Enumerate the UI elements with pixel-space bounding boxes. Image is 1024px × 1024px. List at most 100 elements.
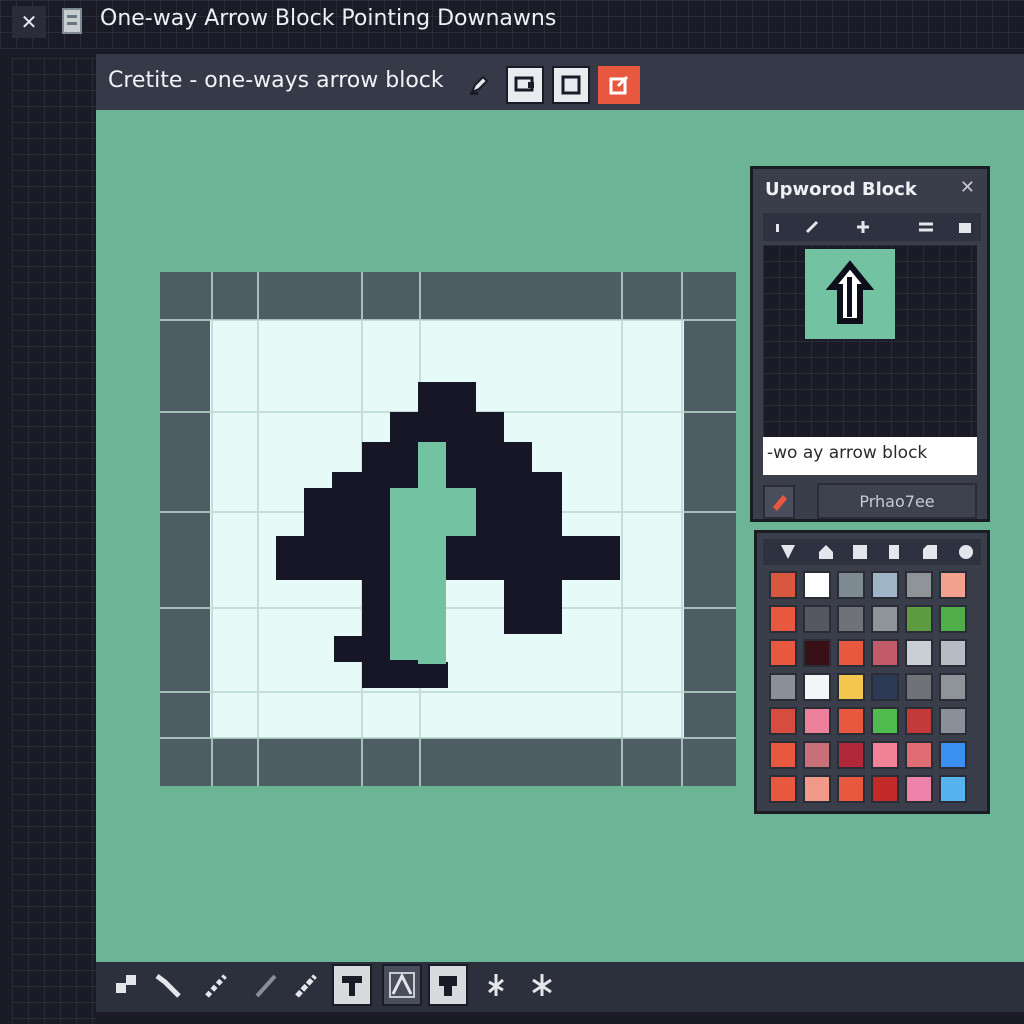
color-swatch[interactable] (837, 571, 865, 599)
window-title: One-way Arrow Block Pointing Downawns (100, 6, 557, 31)
color-swatch[interactable] (905, 673, 933, 701)
color-swatch[interactable] (905, 775, 933, 803)
color-swatch[interactable] (939, 775, 967, 803)
color-swatch[interactable] (803, 571, 831, 599)
color-swatch[interactable] (837, 605, 865, 633)
circle-tab[interactable] (959, 545, 973, 559)
color-swatch[interactable] (905, 639, 933, 667)
color-swatch[interactable] (837, 741, 865, 769)
brush-icon[interactable] (771, 219, 787, 233)
color-swatch[interactable] (905, 707, 933, 735)
square-icon (561, 75, 581, 95)
editor-title: Cretite - one-ways arrow block (108, 68, 444, 93)
pencil-tool[interactable] (286, 964, 326, 1006)
snake-tool[interactable] (148, 964, 188, 1006)
color-swatch[interactable] (871, 571, 899, 599)
palette-tabs (763, 539, 981, 565)
chain-icon (205, 974, 227, 998)
brush-tool[interactable] (246, 964, 286, 1006)
up-arrow-icon (825, 260, 875, 324)
tiles-icon (116, 975, 136, 993)
layout-button[interactable] (506, 66, 544, 104)
select-icon (389, 972, 415, 998)
square-button[interactable] (552, 66, 590, 104)
document-icon (62, 8, 82, 34)
crosshair-icon[interactable] (855, 219, 871, 233)
checkbox-icon[interactable] (955, 219, 971, 233)
color-swatch[interactable] (939, 673, 967, 701)
palette-panel (754, 530, 990, 814)
pencil-icon (295, 974, 317, 998)
color-swatch[interactable] (837, 673, 865, 701)
color-swatch[interactable] (871, 605, 899, 633)
export-icon (609, 75, 629, 95)
color-swatch[interactable] (803, 673, 831, 701)
stamp-icon (439, 976, 457, 996)
panel-close-button[interactable]: ✕ (960, 177, 975, 198)
color-swatch[interactable] (871, 707, 899, 735)
color-swatch[interactable] (769, 605, 797, 633)
arrow-tab[interactable] (781, 545, 795, 559)
panel-toolbar (763, 213, 981, 241)
editor-toolbar: Cretite - one-ways arrow block (96, 54, 1024, 110)
color-swatch[interactable] (837, 707, 865, 735)
preview-tile (805, 249, 895, 339)
block-tab[interactable] (889, 545, 899, 559)
status-strip (96, 1012, 1024, 1024)
color-swatch[interactable] (803, 775, 831, 803)
color-swatch[interactable] (769, 707, 797, 735)
properties-panel: Upworod Block ✕ -wo ay arrow block Prhao… (750, 166, 990, 522)
block-name-field[interactable]: -wo ay arrow block (763, 437, 977, 475)
color-swatch[interactable] (939, 639, 967, 667)
arrow-shaft (418, 442, 446, 664)
close-icon: ✕ (20, 10, 38, 34)
color-button[interactable] (763, 485, 795, 519)
scatter-tool[interactable] (476, 964, 516, 1006)
color-swatch[interactable] (905, 741, 933, 769)
tile-tab[interactable] (923, 545, 937, 559)
pen-icon[interactable] (805, 219, 821, 234)
color-swatch[interactable] (939, 707, 967, 735)
color-swatch[interactable] (769, 775, 797, 803)
color-swatch[interactable] (871, 775, 899, 803)
select-tool[interactable] (382, 964, 422, 1006)
color-swatch[interactable] (871, 639, 899, 667)
close-icon: ✕ (959, 177, 975, 198)
color-swatch[interactable] (939, 571, 967, 599)
block-preview (763, 245, 977, 441)
color-swatch[interactable] (837, 639, 865, 667)
color-swatch[interactable] (769, 741, 797, 769)
square-tab[interactable] (853, 545, 867, 559)
bottom-toolbar (96, 962, 1024, 1012)
shape-tab[interactable] (819, 545, 833, 559)
color-swatch[interactable] (803, 741, 831, 769)
left-sidebar (12, 58, 96, 1024)
color-swatch[interactable] (803, 639, 831, 667)
stamp-tool[interactable] (428, 964, 468, 1006)
export-button[interactable] (598, 66, 640, 104)
edit-button[interactable] (460, 66, 498, 104)
spray-tool[interactable] (522, 964, 562, 1006)
chain-tool[interactable] (196, 964, 236, 1006)
color-swatch[interactable] (939, 605, 967, 633)
menu-icon[interactable] (917, 219, 933, 233)
snake-icon (155, 974, 181, 998)
color-swatch[interactable] (837, 775, 865, 803)
color-swatch[interactable] (769, 639, 797, 667)
color-swatch[interactable] (939, 741, 967, 769)
color-swatch[interactable] (905, 571, 933, 599)
spray-icon (532, 974, 552, 996)
color-swatch[interactable] (769, 571, 797, 599)
color-swatch[interactable] (769, 673, 797, 701)
color-swatch[interactable] (803, 605, 831, 633)
color-swatch[interactable] (871, 741, 899, 769)
close-button[interactable]: ✕ (12, 6, 46, 38)
tiles-tool[interactable] (106, 964, 146, 1006)
prefab-button[interactable]: Prhao7ee (817, 483, 977, 519)
hammer-icon (342, 976, 362, 996)
color-swatch[interactable] (871, 673, 899, 701)
color-swatch[interactable] (803, 707, 831, 735)
color-swatch[interactable] (905, 605, 933, 633)
hammer-tool[interactable] (332, 964, 372, 1006)
window-titlebar: ✕ One-way Arrow Block Pointing Downawns (0, 0, 1024, 50)
